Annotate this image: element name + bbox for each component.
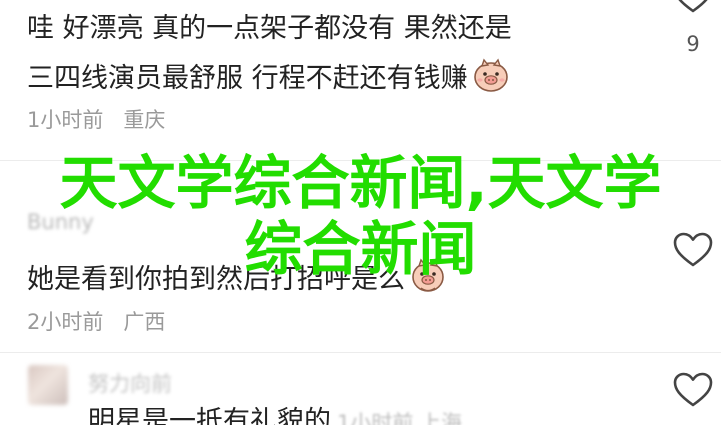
comment-list: 9 哇 好漂亮 真的一点架子都没有 果然还是 三四线演员最舒服 行程不赶还有钱赚…: [0, 0, 721, 425]
comment-text-line: 三四线演员最舒服 行程不赶还有钱赚: [27, 58, 510, 101]
comment-time: 2小时前: [27, 310, 104, 334]
comment-text: 她是看到你拍到然后打招呼是么: [27, 264, 405, 295]
comment-text-line: 哇 好漂亮 真的一点架子都没有 果然还是: [27, 13, 512, 44]
heart-icon: [673, 372, 713, 407]
avatar[interactable]: [28, 365, 68, 405]
heart-icon: [678, 0, 708, 13]
comment-time: 1小时前: [27, 108, 104, 132]
heart-icon: [673, 232, 713, 267]
comment-text-line: 明星是一抵有礼貌的 1小时前 上海: [88, 405, 462, 425]
pig-face-emoji-icon: [409, 257, 447, 304]
divider: [0, 160, 721, 161]
comment-username: 努力向前: [88, 372, 172, 396]
pig-face-emoji-icon: [472, 58, 510, 101]
like-button[interactable]: [671, 232, 715, 272]
like-button[interactable]: [671, 372, 715, 412]
comment-meta: 1小时前 重庆: [27, 104, 165, 134]
comment-location: 重庆: [123, 108, 166, 132]
comment-text: 三四线演员最舒服 行程不赶还有钱赚: [27, 63, 468, 94]
comment-meta-faded: 1小时前 上海: [337, 411, 463, 425]
divider: [0, 352, 721, 353]
comment-location: 广西: [123, 310, 166, 334]
comment-meta: 2小时前 广西: [27, 306, 165, 336]
like-button[interactable]: 9: [671, 0, 715, 56]
comment-text: 明星是一抵有礼貌的: [88, 406, 331, 425]
comment-username: Bunny: [27, 210, 94, 234]
like-count: 9: [686, 32, 700, 56]
comment-text-line: 她是看到你拍到然后打招呼是么: [27, 257, 447, 304]
